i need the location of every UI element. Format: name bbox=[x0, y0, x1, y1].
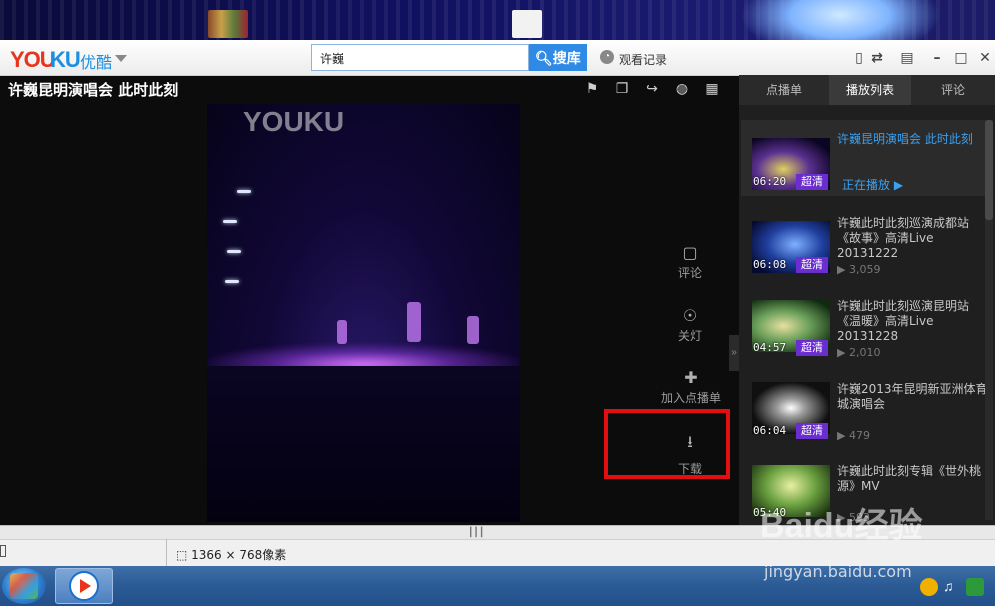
duration: 04:57 bbox=[753, 341, 787, 354]
tab-playlist[interactable]: 播放列表 bbox=[829, 75, 911, 105]
qq-tray-icon[interactable] bbox=[920, 578, 938, 596]
logo-text: 优酷 bbox=[80, 53, 113, 72]
view-count-value: 2,010 bbox=[848, 346, 881, 359]
view-count-value: 3,059 bbox=[848, 263, 881, 276]
list-item-title[interactable]: 许巍昆明演唱会 此时此刻 bbox=[837, 132, 992, 147]
globe-icon[interactable]: ◍ bbox=[673, 80, 691, 98]
stage-light bbox=[225, 280, 239, 283]
plus-icon: ✚ bbox=[684, 368, 698, 387]
comment-action[interactable]: ▢ 评论 bbox=[668, 243, 712, 281]
winrar-desktop-icon[interactable] bbox=[208, 10, 248, 38]
dimensions-icon: ⬚ bbox=[176, 548, 192, 562]
view-count: ▶ 3,059 bbox=[837, 263, 880, 276]
lights-off-label: 关灯 bbox=[677, 329, 702, 343]
play-count-icon: ▶ bbox=[837, 346, 849, 359]
collapse-panel-button[interactable]: » bbox=[729, 335, 739, 371]
search-input[interactable]: 许巍 bbox=[311, 44, 529, 71]
baidu-url: jingyan.baidu.com bbox=[764, 562, 912, 581]
play-count-icon: ▶ bbox=[837, 429, 849, 442]
page-icon bbox=[0, 545, 6, 557]
add-playlist-action[interactable]: ✚ 加入点播单 bbox=[656, 368, 726, 406]
history-link[interactable]: 观看记录 bbox=[619, 51, 667, 68]
search-button[interactable]: 🔍︎搜库 bbox=[529, 44, 587, 71]
duration: 06:08 bbox=[753, 258, 787, 271]
play-icon: ▶ bbox=[890, 178, 904, 192]
list-item-title[interactable]: 许巍2013年昆明新亚洲体育城演唱会 bbox=[837, 382, 992, 412]
comment-action-label: 评论 bbox=[677, 266, 702, 280]
now-playing-label: 正在播放 ▶ bbox=[842, 176, 903, 193]
piano-desktop-icon[interactable] bbox=[512, 10, 542, 38]
stage-light bbox=[227, 250, 241, 253]
video-watermark: YOUKU bbox=[243, 106, 345, 137]
highlight-box bbox=[604, 409, 730, 479]
performer bbox=[467, 316, 479, 344]
video-player[interactable]: YOUKU bbox=[207, 104, 520, 522]
logo-ku: KU bbox=[50, 47, 81, 72]
desktop-glow bbox=[740, 0, 940, 40]
list-item-title[interactable]: 许巍此时此刻巡演成都站《故事》高清Live 20131222 bbox=[837, 216, 992, 261]
bulb-icon: ☉ bbox=[682, 306, 698, 325]
search-icon: 🔍︎ bbox=[535, 51, 553, 67]
image-dimensions: ⬚ 1366 × 768像素 bbox=[176, 546, 286, 563]
maximize-icon[interactable]: □ bbox=[950, 47, 972, 69]
desktop-background bbox=[0, 0, 995, 40]
duration: 06:04 bbox=[753, 424, 787, 437]
hd-badge: 超清 bbox=[796, 340, 828, 356]
history-icon: ◔ bbox=[600, 50, 614, 64]
list-item-title[interactable]: 许巍此时此刻巡演昆明站《温暖》高清Live 20131228 bbox=[837, 299, 992, 344]
dimensions-text: 1366 × 768像素 bbox=[191, 548, 287, 562]
tab-vod[interactable]: 点播单 bbox=[739, 75, 829, 105]
scrollbar-thumb[interactable] bbox=[985, 120, 993, 220]
comment-icon: ▢ bbox=[682, 243, 698, 262]
list-item-title[interactable]: 许巍此时此刻专辑《世外桃源》MV bbox=[837, 464, 992, 494]
performer bbox=[407, 302, 421, 342]
baidu-watermark: Baidu经验 bbox=[760, 507, 923, 545]
close-icon[interactable]: ✕ bbox=[974, 47, 995, 69]
view-count-value: 479 bbox=[848, 429, 870, 442]
hd-badge: 超清 bbox=[796, 257, 828, 273]
duration: 06:20 bbox=[753, 175, 787, 188]
chevron-down-icon[interactable] bbox=[115, 55, 127, 62]
play-count-icon: ▶ bbox=[837, 263, 849, 276]
performer bbox=[337, 320, 347, 344]
stage-light bbox=[237, 190, 251, 193]
add-playlist-label: 加入点播单 bbox=[660, 391, 721, 405]
share-icon[interactable]: ↪ bbox=[643, 80, 661, 98]
view-count: ▶ 479 bbox=[837, 429, 870, 442]
now-playing-text: 正在播放 bbox=[842, 178, 891, 192]
grip-icon: ┃┃┃ bbox=[468, 527, 485, 537]
feedback-icon[interactable]: ▤ bbox=[896, 47, 918, 69]
search-button-label: 搜库 bbox=[552, 51, 581, 67]
video-title: 许巍昆明演唱会 此时此刻 bbox=[8, 81, 179, 99]
audience-silhouette bbox=[207, 366, 520, 522]
tab-comments[interactable]: 评论 bbox=[911, 75, 995, 105]
status-divider bbox=[166, 539, 167, 566]
swap-icon[interactable]: ⇄ bbox=[866, 47, 888, 69]
logo-you: YOU bbox=[10, 47, 56, 72]
minimize-icon[interactable]: – bbox=[926, 47, 948, 69]
paint-icon[interactable] bbox=[10, 573, 38, 599]
hd-badge: 超清 bbox=[796, 423, 828, 439]
youku-taskbar-icon bbox=[69, 571, 99, 601]
copy-icon[interactable]: ❐ bbox=[613, 80, 631, 98]
hd-badge: 超清 bbox=[796, 174, 828, 190]
view-count: ▶ 2,010 bbox=[837, 346, 880, 359]
security-icon[interactable] bbox=[966, 578, 984, 596]
pin-icon[interactable]: ⚑ bbox=[583, 80, 601, 98]
volume-icon[interactable]: ♫ bbox=[943, 578, 961, 596]
lights-off-action[interactable]: ☉ 关灯 bbox=[668, 306, 712, 344]
stage-light bbox=[223, 220, 237, 223]
qrcode-icon[interactable]: ▦ bbox=[703, 80, 721, 98]
